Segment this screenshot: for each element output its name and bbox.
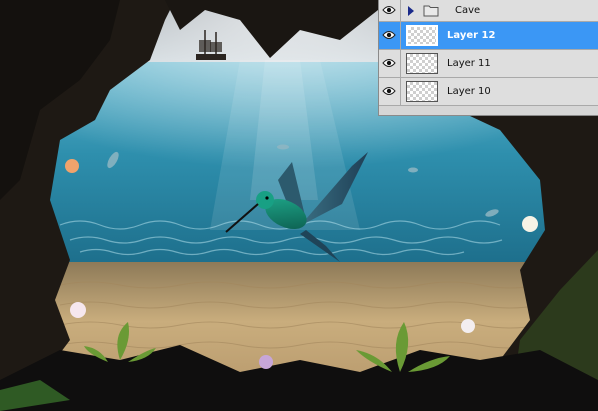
layer-name: Layer 10 (447, 86, 491, 97)
eye-icon (382, 87, 396, 95)
layer-thumbnail (406, 25, 438, 46)
layers-panel: Cave Layer 12 Layer 11 Layer 10 (378, 0, 598, 116)
layer-name: Layer 12 (447, 30, 496, 41)
visibility-toggle[interactable] (379, 78, 401, 105)
visibility-toggle[interactable] (379, 50, 401, 77)
folder-icon (423, 5, 439, 17)
layer-row-12[interactable]: Layer 12 (379, 22, 598, 50)
visibility-toggle[interactable] (379, 22, 401, 49)
layer-group-cave[interactable]: Cave (379, 0, 598, 22)
layer-thumbnail (406, 53, 438, 74)
expand-triangle-icon[interactable] (407, 5, 415, 17)
layer-row-10[interactable]: Layer 10 (379, 78, 598, 106)
layer-row-11[interactable]: Layer 11 (379, 50, 598, 78)
eye-icon (382, 31, 396, 39)
eye-icon (382, 59, 396, 67)
visibility-toggle[interactable] (379, 0, 401, 21)
layer-name: Cave (455, 5, 481, 16)
eye-icon (382, 6, 396, 14)
layer-name: Layer 11 (447, 58, 491, 69)
layer-thumbnail (406, 81, 438, 102)
